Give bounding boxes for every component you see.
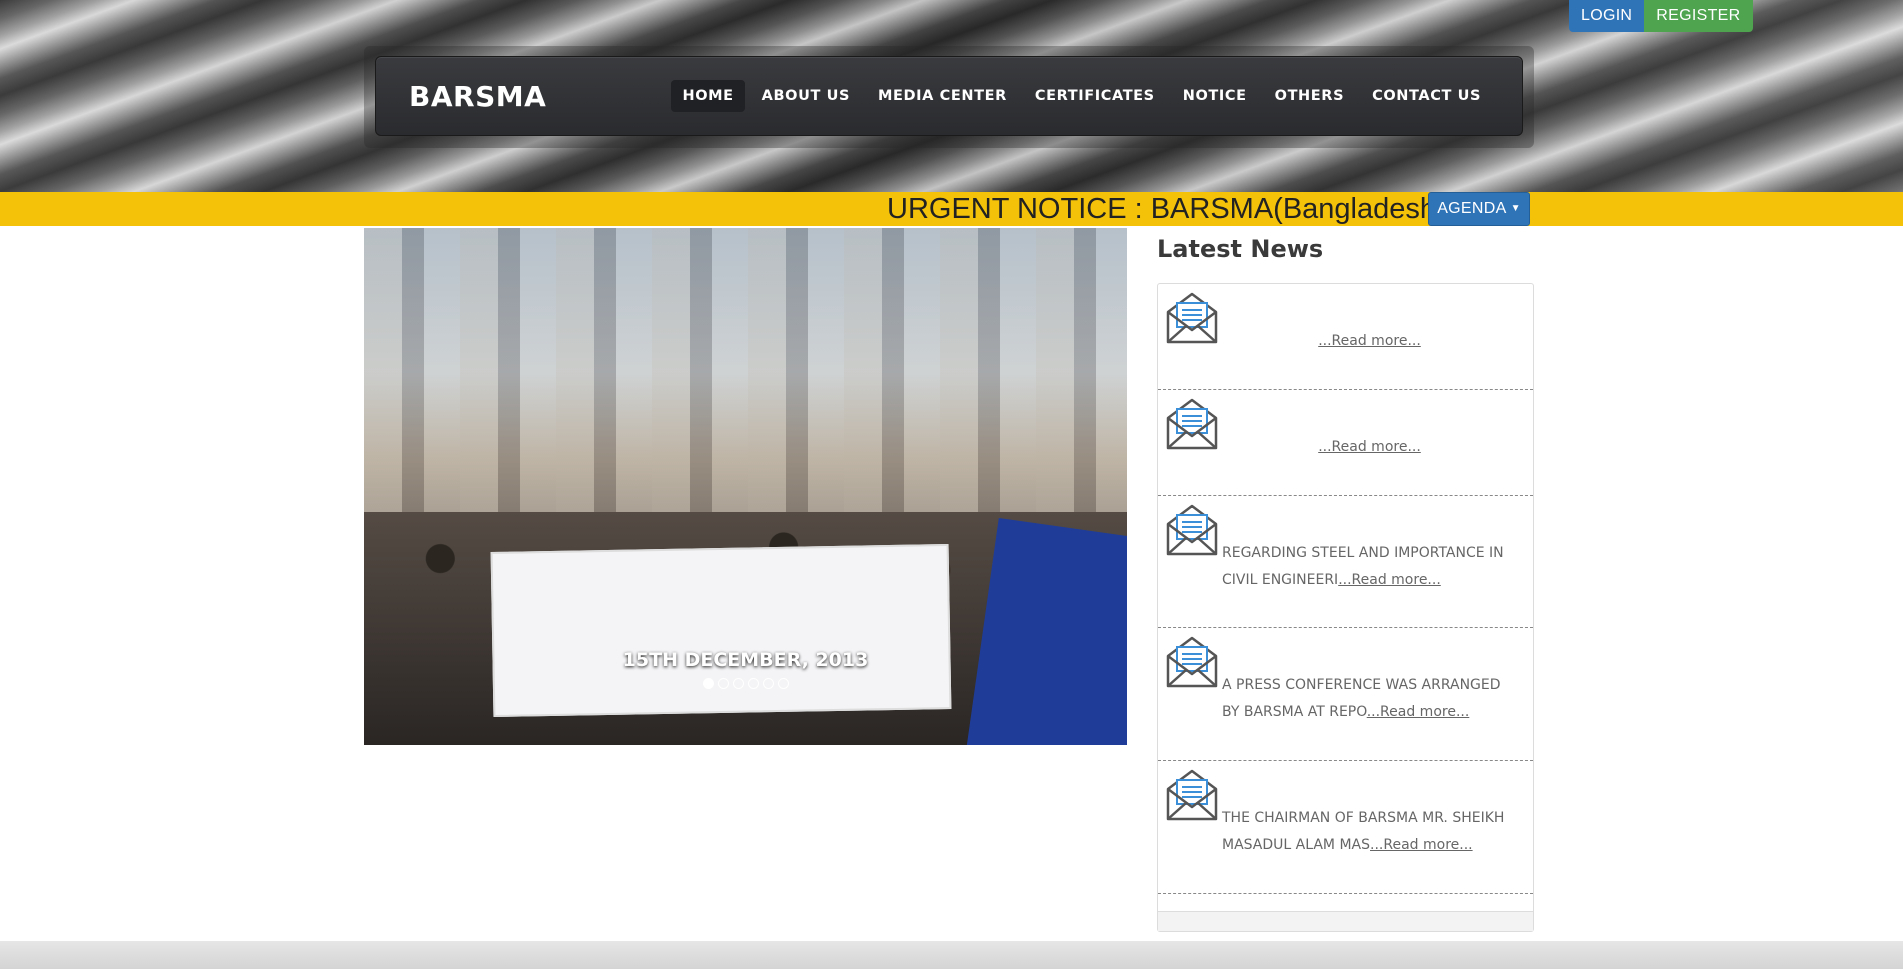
news-item-text: A PRESS CONFERENCE WAS ARRANGED BY BARSM… (1222, 677, 1501, 720)
slider-indicators (364, 676, 1127, 694)
read-more-link[interactable]: ...Read more... (1338, 572, 1441, 588)
news-item-text: ...Read more... (1222, 328, 1517, 355)
login-button[interactable]: LOGIN (1569, 0, 1645, 32)
ticker-text[interactable]: URGENT NOTICE : BARSMA(Bangladesh A (887, 192, 1462, 226)
brand-logo[interactable]: BARSMA (409, 80, 546, 113)
nav-certificates[interactable]: CERTIFICATES (1024, 80, 1166, 112)
slider-dot-6[interactable] (777, 678, 789, 689)
news-panel-footer (1158, 911, 1533, 931)
nav-about-us[interactable]: ABOUT US (751, 80, 861, 112)
news-item: ...Read more... (1158, 390, 1533, 496)
slider-dot-3[interactable] (732, 678, 744, 689)
main-navbar: BARSMA HOME ABOUT US MEDIA CENTER CERTIF… (375, 56, 1523, 136)
slider-dot-1[interactable] (702, 678, 714, 689)
envelope-icon (1166, 769, 1218, 821)
caret-down-icon: ▼ (1510, 203, 1521, 214)
auth-buttons: LOGIN REGISTER (1569, 0, 1753, 32)
news-item: THE CHAIRMAN OF BARSMA MR. SHEIKH MASADU… (1158, 761, 1533, 894)
news-item-text: THE CHAIRMAN OF BARSMA MR. SHEIKH MASADU… (1222, 810, 1505, 853)
nav-home[interactable]: HOME (671, 80, 745, 112)
nav-others[interactable]: OTHERS (1264, 80, 1355, 112)
nav-contact-us[interactable]: CONTACT US (1361, 80, 1492, 112)
slider-dot-5[interactable] (762, 678, 774, 689)
read-more-link[interactable]: ...Read more... (1367, 704, 1470, 720)
latest-news-heading: Latest News (1157, 235, 1324, 263)
footer-strip (0, 941, 1903, 969)
news-item-text: REGARDING STEEL AND IMPORTANCE IN CIVIL … (1222, 545, 1504, 588)
agenda-dropdown-button[interactable]: AGENDA ▼ (1428, 192, 1530, 226)
latest-news-panel: ...Read more... ...Read more... REGARDIN… (1157, 283, 1534, 932)
read-more-link[interactable]: ...Read more... (1370, 837, 1473, 853)
slider-dot-2[interactable] (717, 678, 729, 689)
slider-dot-4[interactable] (747, 678, 759, 689)
news-item: A PRESS CONFERENCE WAS ARRANGED BY BARSM… (1158, 628, 1533, 761)
slide-image-buildings (364, 228, 1127, 539)
nav-notice[interactable]: NOTICE (1172, 80, 1258, 112)
read-more-link[interactable]: ...Read more... (1318, 333, 1421, 349)
news-item-text: ...Read more... (1222, 434, 1517, 461)
notice-ticker: URGENT NOTICE : BARSMA(Bangladesh A (0, 192, 1903, 226)
nav-links: HOME ABOUT US MEDIA CENTER CERTIFICATES … (665, 80, 1492, 112)
envelope-icon (1166, 636, 1218, 688)
news-item: REGARDING STEEL AND IMPORTANCE IN CIVIL … (1158, 496, 1533, 628)
envelope-icon (1166, 504, 1218, 556)
slide-caption: 15TH DECEMBER, 2013 (622, 649, 869, 671)
nav-media-center[interactable]: MEDIA CENTER (867, 80, 1018, 112)
read-more-link[interactable]: ...Read more... (1318, 439, 1421, 455)
news-item: ...Read more... (1158, 284, 1533, 390)
envelope-icon (1166, 292, 1218, 344)
register-button[interactable]: REGISTER (1644, 0, 1753, 32)
agenda-label: AGENDA (1437, 200, 1507, 217)
image-slider[interactable]: 15TH DECEMBER, 2013 (364, 228, 1127, 745)
envelope-icon (1166, 398, 1218, 450)
